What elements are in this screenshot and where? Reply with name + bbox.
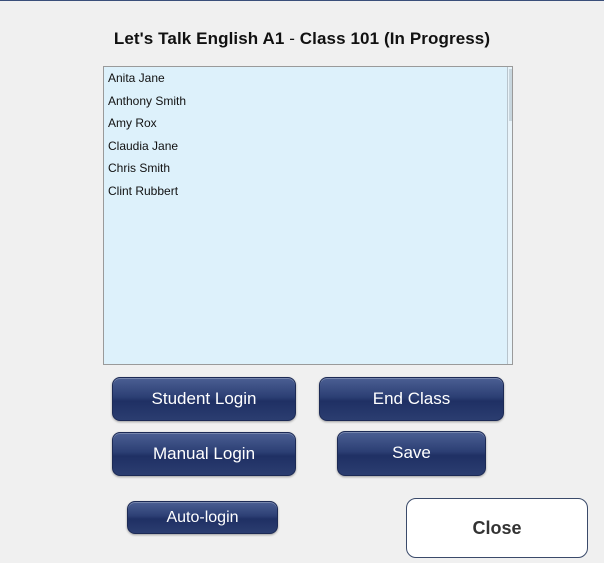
student-list-item[interactable]: Clint Rubbert <box>108 184 512 207</box>
title-separator: - <box>284 29 300 48</box>
class-title: Let's Talk English A1 - Class 101 (In Pr… <box>0 29 604 49</box>
student-list-item[interactable]: Claudia Jane <box>108 139 512 162</box>
student-list-box[interactable]: Anita Jane Anthony Smith Amy Rox Claudia… <box>103 66 513 365</box>
end-class-button[interactable]: End Class <box>319 377 504 421</box>
top-divider <box>0 0 604 1</box>
student-list-item[interactable]: Anita Jane <box>108 71 512 94</box>
student-list-item[interactable]: Amy Rox <box>108 116 512 139</box>
list-scrollbar-thumb[interactable] <box>509 69 512 121</box>
student-login-button[interactable]: Student Login <box>112 377 296 421</box>
student-list-item[interactable]: Anthony Smith <box>108 94 512 117</box>
student-list: Anita Jane Anthony Smith Amy Rox Claudia… <box>104 67 512 206</box>
close-button[interactable]: Close <box>406 498 588 558</box>
save-button[interactable]: Save <box>337 431 486 476</box>
student-list-item[interactable]: Chris Smith <box>108 161 512 184</box>
list-scrollbar[interactable] <box>507 67 512 364</box>
manual-login-button[interactable]: Manual Login <box>112 432 296 476</box>
class-session-name: Class 101 (In Progress) <box>299 29 491 48</box>
auto-login-button[interactable]: Auto-login <box>127 501 278 534</box>
class-course-name: Let's Talk English A1 <box>113 29 285 48</box>
